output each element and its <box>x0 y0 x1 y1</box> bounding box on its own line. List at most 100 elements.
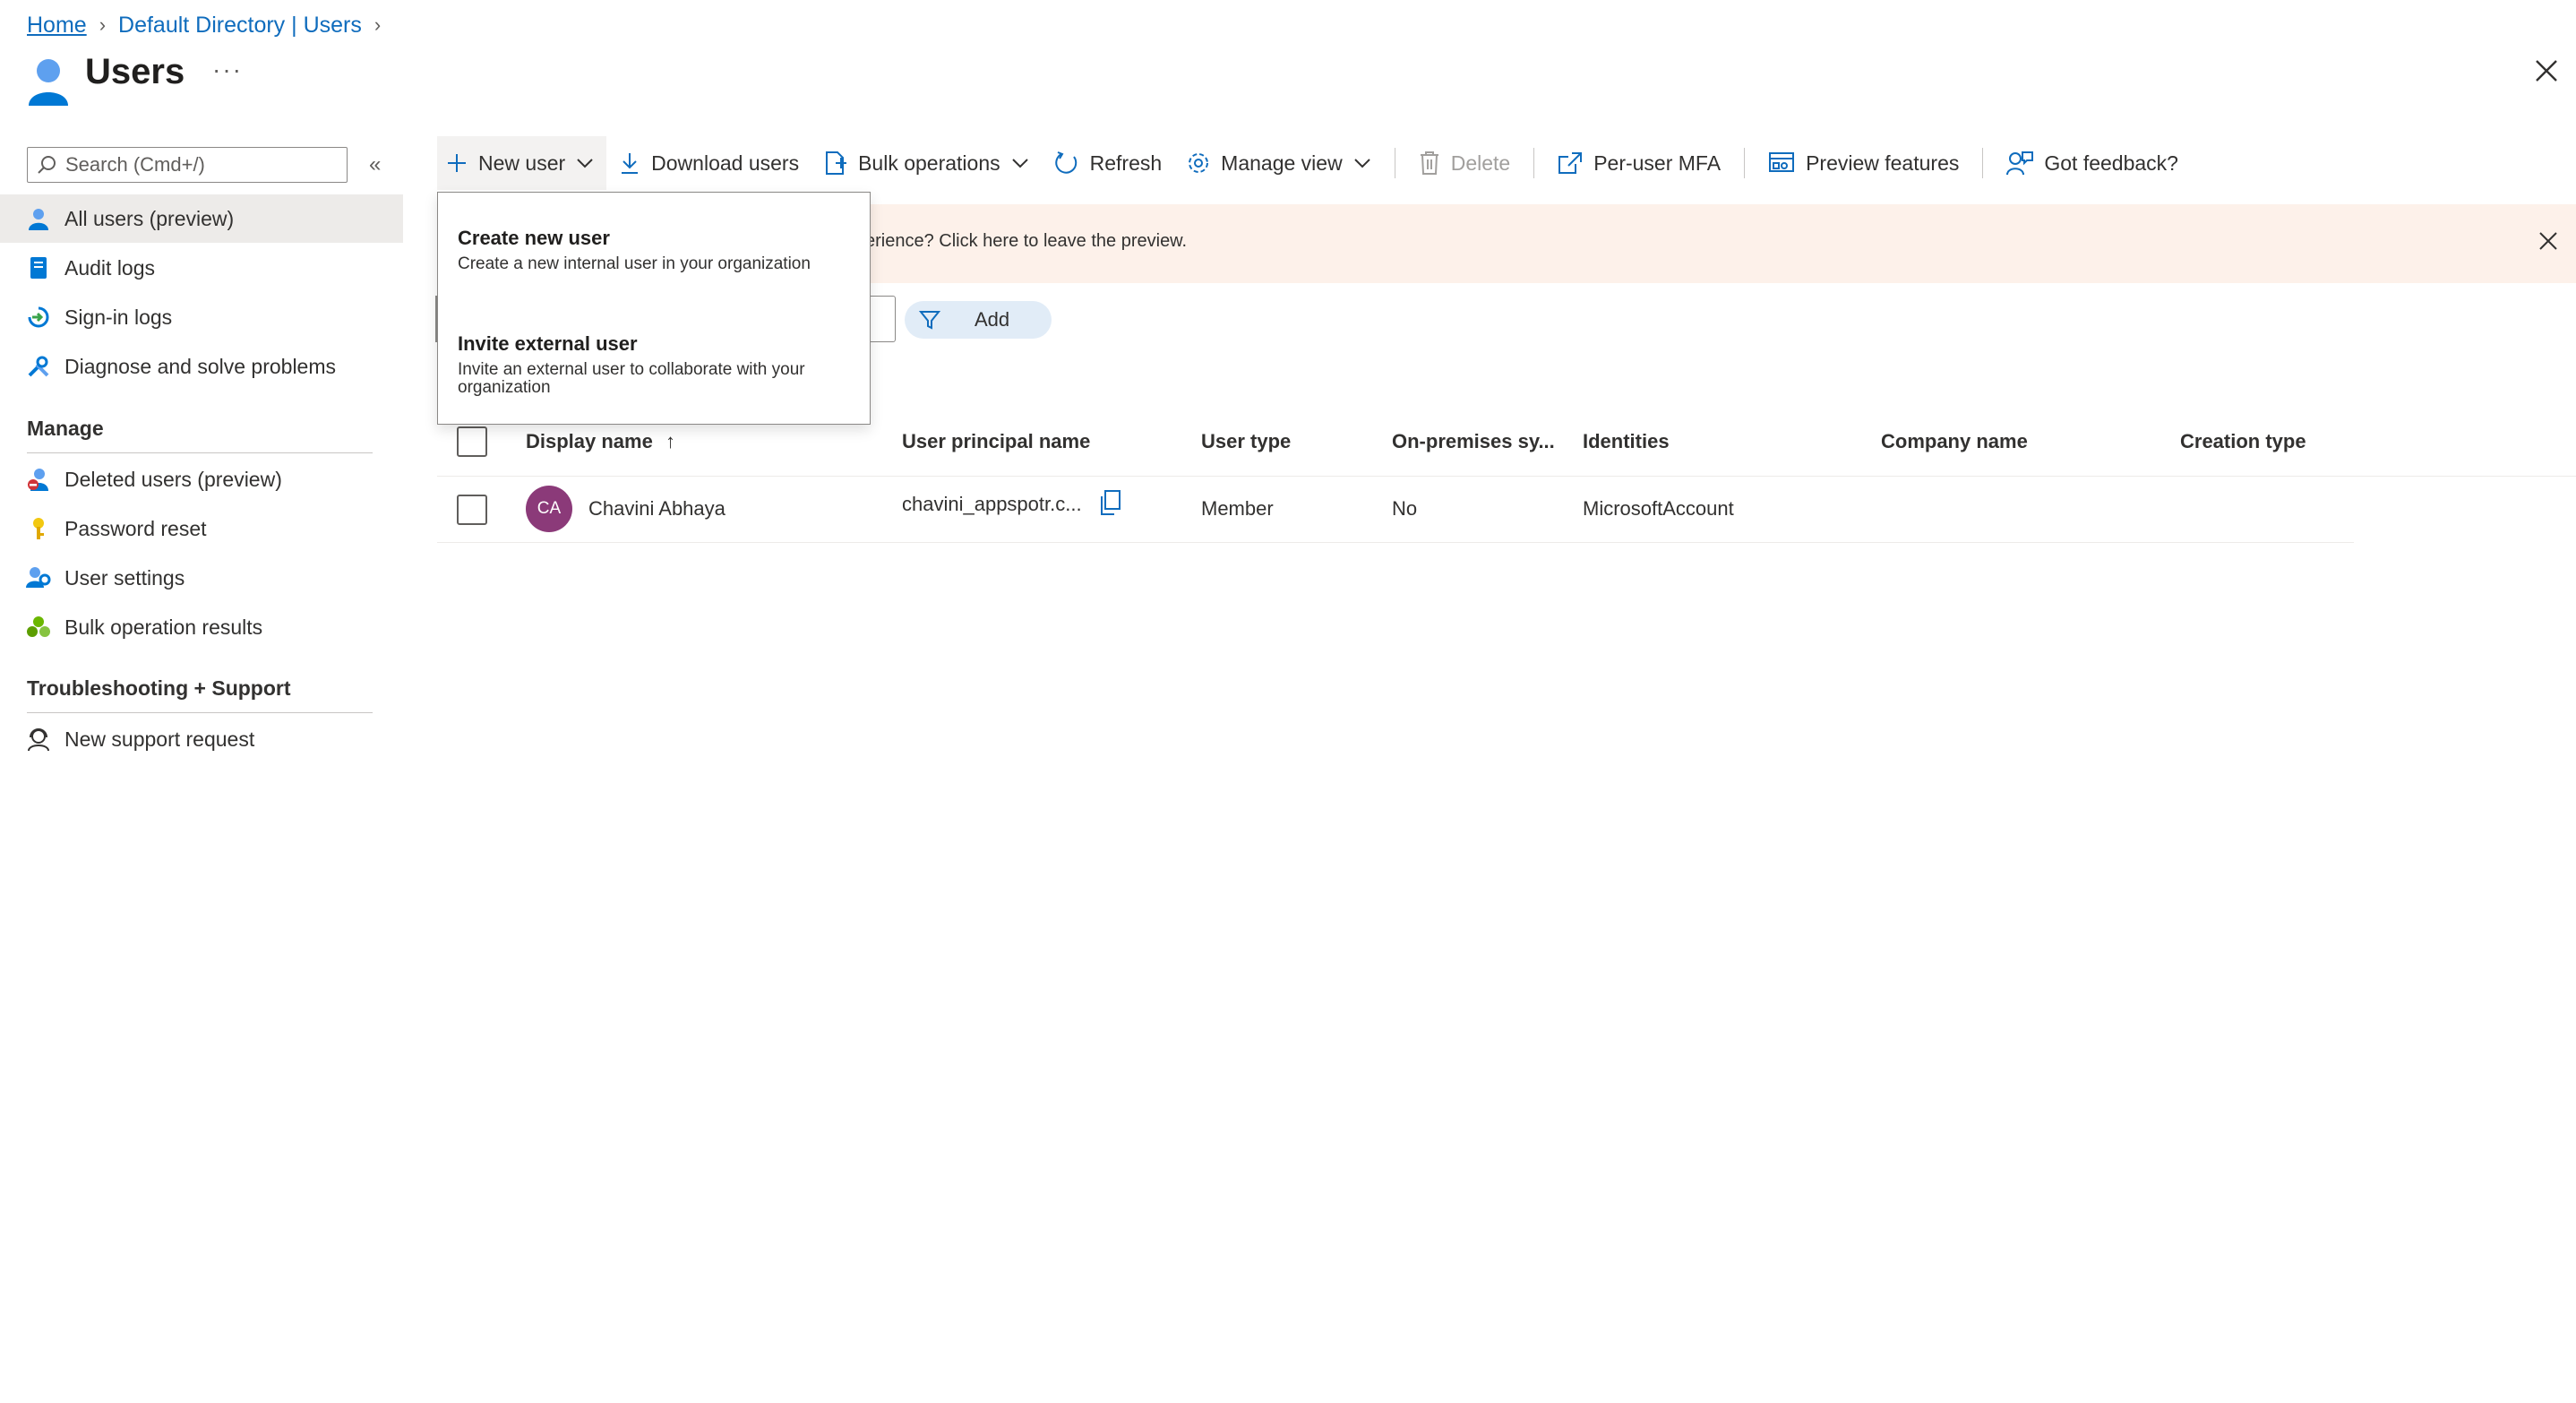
refresh-icon <box>1054 151 1077 174</box>
user-settings-icon <box>25 566 52 590</box>
breadcrumb-home-link[interactable]: Home <box>27 13 87 39</box>
gear-icon <box>1189 153 1209 173</box>
download-icon <box>622 153 639 174</box>
search-icon <box>37 155 56 175</box>
sidebar-item-label: Bulk operation results <box>64 615 263 639</box>
download-users-label: Download users <box>651 151 800 175</box>
sidebar-item-user-settings[interactable]: User settings <box>0 554 403 602</box>
row-divider <box>437 542 2354 543</box>
preview-features-button[interactable]: Preview features <box>1756 136 1971 190</box>
user-icon <box>25 207 52 230</box>
external-link-icon <box>1558 152 1583 174</box>
column-header-identities[interactable]: Identities <box>1583 430 1670 453</box>
copy-icon[interactable] <box>1098 489 1121 516</box>
page-title: Users <box>85 52 185 91</box>
bulk-operations-button[interactable]: Bulk operations <box>811 136 1042 190</box>
row-checkbox[interactable] <box>457 495 487 525</box>
sidebar-item-label: Sign-in logs <box>64 305 173 329</box>
command-bar: New user Download users Bulk operations … <box>437 136 2191 190</box>
divider <box>27 452 373 453</box>
column-header-on-premises[interactable]: On-premises sy... <box>1392 430 1555 453</box>
menu-item-invite-external-user[interactable]: Invite external user Invite an external … <box>458 332 852 397</box>
sidebar-item-label: User settings <box>64 565 185 590</box>
on-premises-cell: No <box>1392 497 1418 520</box>
sidebar-item-audit-logs[interactable]: Audit logs <box>0 244 403 292</box>
refresh-button[interactable]: Refresh <box>1042 136 1175 190</box>
menu-item-title: Create new user <box>458 227 610 249</box>
chevron-down-icon <box>1353 159 1370 168</box>
column-header-upn[interactable]: User principal name <box>902 430 1090 453</box>
sign-in-icon <box>25 306 52 329</box>
sidebar-item-label: Diagnose and solve problems <box>64 354 337 378</box>
collapse-sidebar-icon[interactable]: « <box>369 152 381 177</box>
column-header-company-name[interactable]: Company name <box>1881 430 2028 453</box>
per-user-mfa-label: Per-user MFA <box>1593 151 1722 175</box>
sidebar-item-new-support-request[interactable]: New support request <box>0 715 403 763</box>
column-header-label: Display name <box>526 430 653 452</box>
identities-link[interactable]: MicrosoftAccount <box>1583 497 1734 521</box>
bulk-operations-label: Bulk operations <box>858 151 1000 175</box>
chevron-right-icon: › <box>374 13 382 36</box>
bulk-operations-icon <box>826 151 847 175</box>
leave-preview-link[interactable]: erience? Click here to leave the preview… <box>865 231 1187 252</box>
sidebar-item-diagnose[interactable]: Diagnose and solve problems <box>0 342 403 391</box>
toolbar-divider <box>1982 148 1984 178</box>
sidebar-item-all-users[interactable]: All users (preview) <box>0 194 403 243</box>
deleted-user-icon <box>25 468 52 491</box>
sidebar-item-deleted-users[interactable]: Deleted users (preview) <box>0 455 403 504</box>
sidebar-item-label: Password reset <box>64 516 207 540</box>
per-user-mfa-button[interactable]: Per-user MFA <box>1545 136 1733 190</box>
close-icon[interactable] <box>2535 59 2558 82</box>
bulk-results-icon <box>25 615 52 639</box>
sidebar-search[interactable] <box>27 147 348 183</box>
section-heading-manage: Manage <box>27 417 104 440</box>
breadcrumb: Home › Default Directory | Users › <box>27 7 393 43</box>
select-all-checkbox[interactable] <box>457 426 487 457</box>
column-header-creation-type[interactable]: Creation type <box>2180 430 2306 453</box>
display-name-link[interactable]: Chavini Abhaya <box>588 497 726 521</box>
manage-view-button[interactable]: Manage view <box>1174 136 1384 190</box>
plus-icon <box>448 154 466 172</box>
sidebar-item-password-reset[interactable]: Password reset <box>0 504 403 553</box>
add-filter-button[interactable]: Add <box>905 301 1052 339</box>
feedback-icon <box>2006 151 2034 176</box>
refresh-label: Refresh <box>1089 151 1163 175</box>
new-user-label: New user <box>478 151 566 175</box>
download-users-button[interactable]: Download users <box>606 136 811 190</box>
preview-features-label: Preview features <box>1806 151 1960 175</box>
column-header-display-name[interactable]: Display name ↑ <box>526 430 675 453</box>
sidebar-item-label: Audit logs <box>64 255 156 280</box>
chevron-down-icon <box>577 159 593 168</box>
filter-icon <box>919 311 940 330</box>
new-user-button[interactable]: New user <box>437 136 607 190</box>
avatar: CA <box>526 486 572 532</box>
menu-item-create-new-user[interactable]: Create new user Create a new internal us… <box>458 227 852 273</box>
delete-label: Delete <box>1450 151 1511 175</box>
sidebar-item-bulk-results[interactable]: Bulk operation results <box>0 603 403 651</box>
got-feedback-button[interactable]: Got feedback? <box>1994 136 2191 190</box>
user-type-cell: Member <box>1201 497 1274 520</box>
menu-item-title: Invite external user <box>458 332 638 355</box>
sort-ascending-icon: ↑ <box>665 430 675 452</box>
key-icon <box>25 517 52 540</box>
breadcrumb-directory-link[interactable]: Default Directory | Users <box>118 13 362 39</box>
manage-view-label: Manage view <box>1221 151 1343 175</box>
search-input[interactable] <box>64 152 336 177</box>
column-header-user-type[interactable]: User type <box>1201 430 1291 453</box>
section-heading-support: Troubleshooting + Support <box>27 676 291 700</box>
chevron-down-icon <box>1011 159 1028 168</box>
chevron-right-icon: › <box>99 13 107 36</box>
sidebar-item-sign-in-logs[interactable]: Sign-in logs <box>0 293 403 341</box>
divider <box>27 712 373 713</box>
more-options-button[interactable]: ··· <box>212 56 243 84</box>
toolbar-divider <box>1744 148 1746 178</box>
support-icon <box>25 727 52 752</box>
close-icon[interactable] <box>2538 231 2558 251</box>
add-filter-label: Add <box>975 308 1010 331</box>
delete-button[interactable]: Delete <box>1406 136 1523 190</box>
new-user-dropdown-menu: Create new user Create a new internal us… <box>437 192 871 425</box>
wrench-icon <box>25 355 52 378</box>
menu-item-description: Create a new internal user in your organ… <box>458 254 811 273</box>
menu-item-description: Invite an external user to collaborate w… <box>458 360 805 397</box>
sidebar-item-label: All users (preview) <box>64 206 235 230</box>
